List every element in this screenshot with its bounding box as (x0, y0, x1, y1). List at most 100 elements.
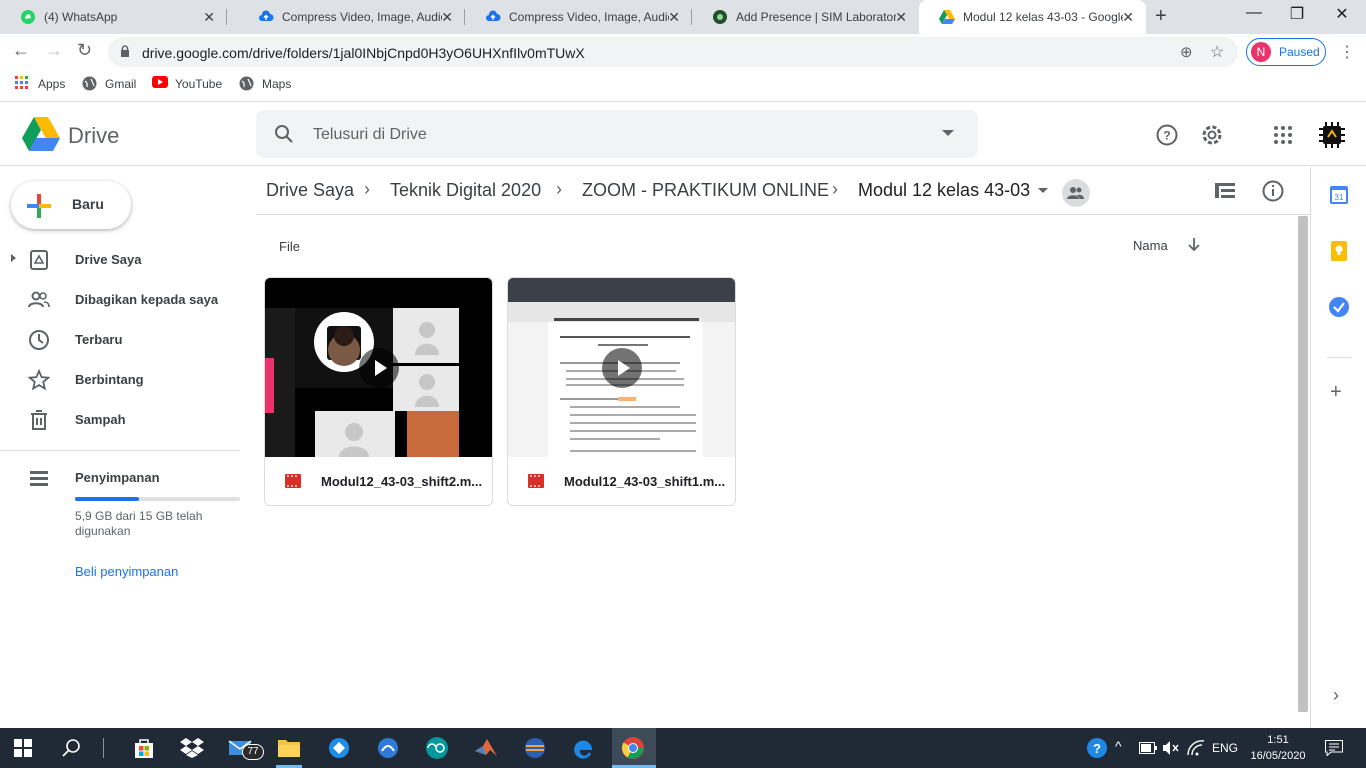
play-icon[interactable] (359, 348, 399, 388)
plus-icon (27, 194, 51, 218)
breadcrumb-my-drive[interactable]: Drive Saya (266, 180, 354, 201)
reload-button[interactable]: ↻ (77, 40, 92, 61)
bookmark-youtube[interactable]: YouTube (152, 76, 222, 92)
sidebar-item-shared[interactable]: Dibagikan kepada saya (0, 280, 240, 320)
section-label: File (279, 239, 300, 254)
settings-gear-icon[interactable] (1200, 123, 1224, 147)
file-card-shift1[interactable]: Modul12_43-03_shift1.m... (507, 277, 736, 506)
close-window-button[interactable]: ✕ (1322, 4, 1362, 24)
maximize-button[interactable]: ❐ (1277, 4, 1317, 24)
breadcrumb-zoom[interactable]: ZOOM - PRAKTIKUM ONLINE (582, 180, 829, 201)
menu-dots-icon[interactable]: ⋮ (1339, 42, 1355, 62)
browser-toolbar: ← → ↻ drive.google.com/drive/folders/1ja… (0, 34, 1366, 70)
search-icon[interactable] (274, 124, 294, 144)
info-icon[interactable] (1262, 180, 1284, 202)
sidebar-item-storage[interactable]: Penyimpanan (0, 458, 240, 498)
close-icon[interactable]: ✕ (203, 9, 215, 26)
address-bar[interactable]: drive.google.com/drive/folders/1jal0INbj… (108, 37, 1238, 67)
google-apps-icon[interactable] (1274, 126, 1292, 144)
sort-by-label[interactable]: Nama (1133, 238, 1168, 253)
close-icon[interactable]: ✕ (668, 9, 680, 26)
svg-text:?: ? (1163, 129, 1170, 143)
app-icon[interactable] (523, 736, 547, 760)
tab-whatsapp[interactable]: (4) WhatsApp ✕ (0, 0, 227, 34)
search-bar[interactable]: Telusuri di Drive (256, 110, 978, 158)
store-icon[interactable] (132, 736, 156, 760)
folder-menu-caret-icon[interactable] (1038, 188, 1048, 193)
sidebar-item-trash[interactable]: Sampah (0, 400, 240, 440)
scrollbar[interactable] (1298, 216, 1308, 712)
tab-compress-2[interactable]: Compress Video, Image, Audio ✕ (465, 0, 692, 34)
chrome-icon[interactable] (621, 736, 645, 760)
sidebar-item-my-drive[interactable]: Drive Saya (0, 240, 240, 280)
tab-compress-1[interactable]: Compress Video, Image, Audio ✕ (238, 0, 465, 34)
google-drive-icon (939, 9, 955, 25)
notifications-icon[interactable] (1325, 740, 1343, 756)
video-thumbnail (265, 278, 492, 457)
minimize-button[interactable]: — (1234, 4, 1274, 22)
sidebar-item-label: Sampah (75, 412, 126, 427)
matlab-icon[interactable] (474, 736, 498, 760)
forward-button[interactable]: → (45, 40, 63, 61)
new-tab-button[interactable]: + (1155, 5, 1167, 28)
close-icon[interactable]: ✕ (895, 9, 907, 26)
help-tray-icon[interactable]: ? (1085, 736, 1109, 760)
chevron-right-icon[interactable]: › (1333, 685, 1339, 706)
breadcrumb-current-folder[interactable]: Modul 12 kelas 43-03 (858, 180, 1030, 201)
bookmark-gmail[interactable]: Gmail (82, 76, 136, 92)
battery-icon[interactable] (1139, 742, 1157, 754)
help-icon[interactable]: ? (1156, 124, 1178, 146)
file-explorer-icon[interactable] (277, 736, 301, 760)
app-icon[interactable] (327, 736, 351, 760)
clock[interactable]: 1:51 16/05/2020 (1246, 732, 1310, 764)
search-input[interactable]: Telusuri di Drive (313, 126, 427, 144)
back-button[interactable]: ← (12, 40, 30, 61)
google-drive-logo-icon[interactable] (22, 117, 60, 151)
sidebar-item-recent[interactable]: Terbaru (0, 320, 240, 360)
account-avatar-icon[interactable] (1316, 119, 1348, 151)
search-icon[interactable] (62, 738, 82, 758)
close-icon[interactable]: ✕ (441, 9, 453, 26)
close-icon[interactable]: ✕ (1122, 9, 1134, 26)
new-button[interactable]: Baru (11, 181, 131, 229)
mail-badge: 77 (242, 744, 264, 760)
add-addon-icon[interactable]: + (1330, 381, 1342, 404)
calendar-icon[interactable]: 31 (1330, 186, 1348, 204)
app-icon[interactable] (376, 736, 400, 760)
bookmark-apps[interactable]: Apps (15, 76, 65, 92)
star-icon (28, 369, 50, 391)
buy-storage-link[interactable]: Beli penyimpanan (75, 564, 178, 579)
file-card-shift2[interactable]: Modul12_43-03_shift2.m... (264, 277, 493, 506)
wifi-icon[interactable] (1187, 740, 1205, 756)
tray-chevron-up-icon[interactable]: ^ (1115, 738, 1122, 754)
bookmark-star-icon[interactable]: ☆ (1210, 42, 1224, 62)
breadcrumb-teknik-digital[interactable]: Teknik Digital 2020 (390, 180, 541, 201)
dropbox-icon[interactable] (180, 736, 204, 760)
sort-arrow-down-icon[interactable] (1188, 238, 1200, 252)
tasks-icon[interactable] (1329, 297, 1349, 317)
clock-icon (29, 330, 49, 350)
app-title[interactable]: Drive (68, 123, 119, 149)
play-icon[interactable] (602, 348, 642, 388)
keep-icon[interactable] (1331, 241, 1347, 261)
add-icon[interactable]: ⊕ (1180, 43, 1193, 61)
profile-button[interactable]: N Paused (1246, 38, 1326, 66)
tab-sim-lab[interactable]: Add Presence | SIM Laboratorium ✕ (692, 0, 919, 34)
language-indicator[interactable]: ENG (1212, 741, 1238, 755)
edge-icon[interactable] (572, 736, 596, 760)
shared-folder-icon[interactable] (1062, 179, 1090, 207)
list-view-icon[interactable] (1215, 183, 1235, 199)
svg-text:?: ? (1093, 741, 1101, 756)
speaker-muted-icon[interactable] (1162, 740, 1180, 756)
tab-drive-active[interactable]: Modul 12 kelas 43-03 - Google ✕ (919, 0, 1146, 34)
windows-start-icon[interactable] (14, 739, 32, 757)
search-options-icon[interactable] (942, 130, 954, 136)
expand-arrow-icon[interactable] (11, 254, 16, 262)
storage-label: Penyimpanan (75, 470, 160, 485)
new-button-label: Baru (72, 196, 104, 212)
arduino-icon[interactable] (425, 736, 449, 760)
sidebar-item-starred[interactable]: Berbintang (0, 360, 240, 400)
storage-progress-fill (75, 497, 140, 501)
bookmark-maps[interactable]: Maps (239, 76, 291, 92)
file-name: Modul12_43-03_shift2.m... (321, 474, 483, 489)
